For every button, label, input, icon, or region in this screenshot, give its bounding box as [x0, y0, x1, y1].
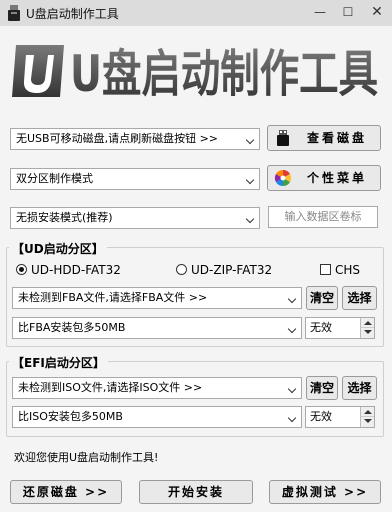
app-window: U盘启动制作工具 — ☐ ✕ U盘启动制作工具 无USB可移动磁盘,请点刷新磁盘… — [0, 0, 392, 512]
iso-file-select[interactable]: 未检测到ISO文件,请选择ISO文件 >> — [12, 377, 302, 399]
chevron-down-icon — [285, 378, 301, 398]
device-select-value: 无USB可移动磁盘,请点刷新磁盘按钮 >> — [16, 132, 219, 145]
ud-select-button[interactable]: 选择 — [342, 286, 377, 310]
chs-label: CHS — [335, 263, 361, 277]
radio-ud-hdd-label: UD-HDD-FAT32 — [31, 263, 121, 277]
title-bar[interactable]: U盘启动制作工具 — ☐ ✕ — [0, 0, 392, 26]
checkbox-icon — [320, 264, 331, 275]
virtual-test-button[interactable]: 虚拟测试 >> — [269, 480, 381, 504]
radio-selected-icon — [16, 264, 27, 275]
banner-logo: U盘启动制作工具 — [12, 45, 378, 103]
custom-menu-label: 个性菜单 — [306, 171, 367, 185]
fba-size-value: 比FBA安装包多50MB — [18, 321, 126, 334]
efi-clear-button[interactable]: 清空 — [306, 376, 338, 400]
device-select[interactable]: 无USB可移动磁盘,请点刷新磁盘按钮 >> — [10, 128, 260, 150]
mode-select[interactable]: 双分区制作模式 — [10, 168, 260, 190]
view-disk-button[interactable]: 查看磁盘 — [267, 125, 381, 151]
usb-drive-icon — [277, 130, 289, 146]
install-mode-value: 无损安装模式(推荐) — [16, 211, 113, 224]
radio-ud-hdd-fat32[interactable]: UD-HDD-FAT32 — [16, 263, 121, 277]
restore-disk-button[interactable]: 还原磁盘 >> — [10, 480, 122, 504]
color-wheel-icon — [274, 169, 292, 187]
radio-ud-zip-label: UD-ZIP-FAT32 — [191, 263, 273, 277]
close-button[interactable]: ✕ — [362, 0, 392, 26]
chs-checkbox[interactable]: CHS — [320, 263, 360, 277]
ud-group-title: 【UD启动分区】 — [9, 240, 107, 257]
custom-menu-button[interactable]: 个性菜单 — [267, 165, 381, 191]
usb-drive-logo-icon — [12, 45, 64, 97]
spinner-up-icon[interactable] — [360, 318, 374, 328]
chevron-down-icon — [243, 169, 259, 189]
install-mode-select[interactable]: 无损安装模式(推荐) — [10, 207, 260, 229]
radio-unselected-icon — [176, 264, 187, 275]
mode-select-value: 双分区制作模式 — [16, 172, 93, 185]
ud-spinner-value: 无效 — [310, 321, 332, 334]
chevron-down-icon — [285, 318, 301, 338]
fba-file-select[interactable]: 未检测到FBA文件,请选择FBA文件 >> — [12, 287, 302, 309]
start-install-button[interactable]: 开始安装 — [139, 480, 253, 504]
iso-file-value: 未检测到ISO文件,请选择ISO文件 >> — [18, 381, 203, 394]
chevron-down-icon — [285, 407, 301, 427]
volume-label-input[interactable]: 输入数据区卷标 — [268, 206, 378, 228]
minimize-button[interactable]: — — [306, 0, 334, 26]
view-disk-label: 查看磁盘 — [306, 131, 367, 145]
chevron-down-icon — [243, 129, 259, 149]
usb-app-icon — [8, 5, 20, 21]
chevron-down-icon — [285, 288, 301, 308]
spinner-down-icon[interactable] — [360, 328, 374, 338]
efi-select-button[interactable]: 选择 — [342, 376, 377, 400]
efi-size-spinner[interactable]: 无效 — [305, 406, 375, 428]
chevron-down-icon — [243, 208, 259, 228]
status-text: 欢迎您使用U盘启动制作工具! — [14, 451, 159, 464]
fba-file-value: 未检测到FBA文件,请选择FBA文件 >> — [18, 291, 208, 304]
iso-size-value: 比ISO安装包多50MB — [18, 410, 123, 423]
logo-text: U盘启动制作工具 — [70, 45, 378, 103]
ud-clear-button[interactable]: 清空 — [306, 286, 338, 310]
radio-ud-zip-fat32[interactable]: UD-ZIP-FAT32 — [176, 263, 272, 277]
spinner-down-icon[interactable] — [360, 417, 374, 427]
efi-group-title: 【EFI启动分区】 — [9, 354, 108, 371]
fba-size-select[interactable]: 比FBA安装包多50MB — [12, 317, 302, 339]
iso-size-select[interactable]: 比ISO安装包多50MB — [12, 406, 302, 428]
spinner-up-icon[interactable] — [360, 407, 374, 417]
window-title: U盘启动制作工具 — [26, 7, 119, 21]
ud-size-spinner[interactable]: 无效 — [305, 317, 375, 339]
efi-spinner-value: 无效 — [310, 410, 332, 423]
maximize-button[interactable]: ☐ — [334, 0, 362, 26]
